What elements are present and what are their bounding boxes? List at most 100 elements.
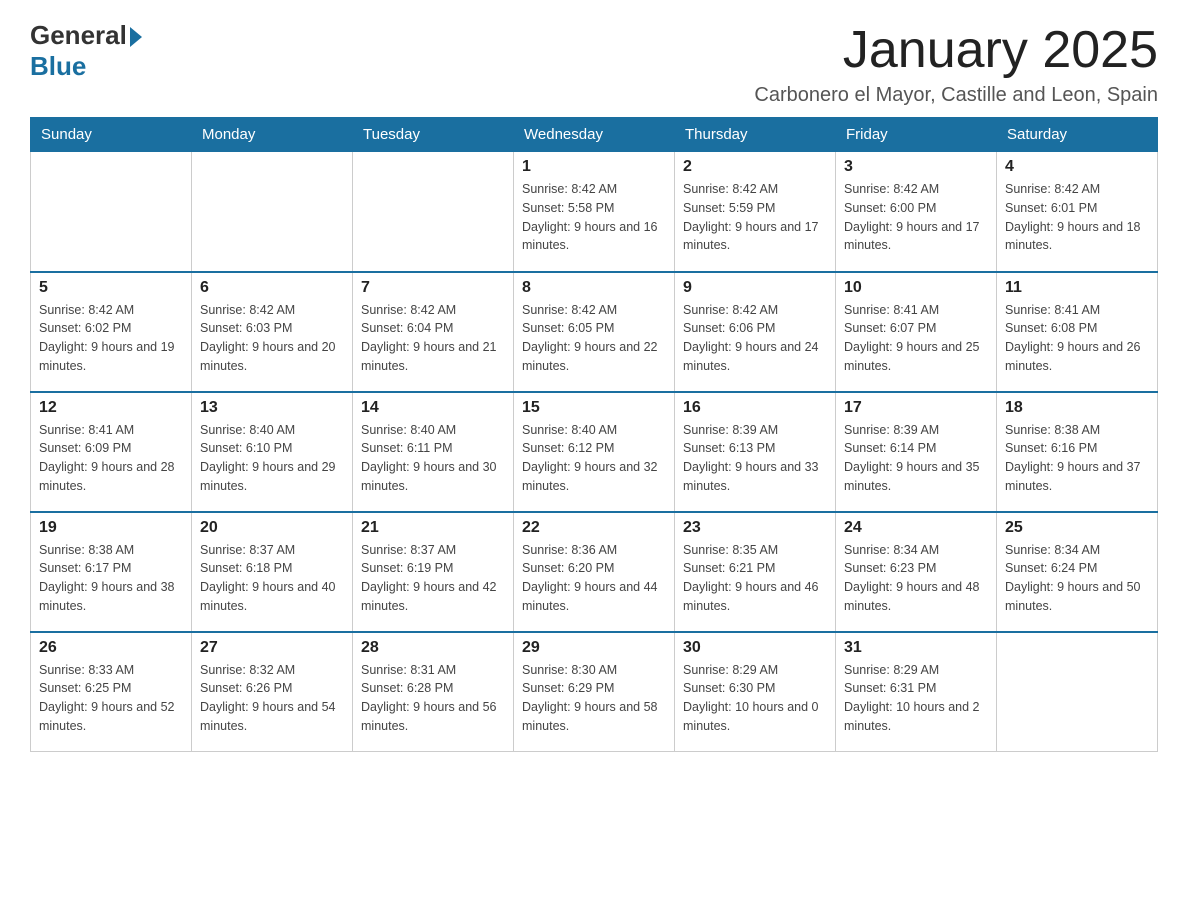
calendar-cell: 16 Sunrise: 8:39 AMSunset: 6:13 PMDayligh… bbox=[675, 392, 836, 512]
day-info: Sunrise: 8:42 AMSunset: 5:59 PMDaylight:… bbox=[683, 180, 827, 255]
day-number: 17 bbox=[844, 399, 988, 417]
calendar-table: SundayMondayTuesdayWednesdayThursdayFrid… bbox=[30, 117, 1158, 752]
day-info: Sunrise: 8:42 AMSunset: 5:58 PMDaylight:… bbox=[522, 180, 666, 255]
calendar-cell: 11Sunrise: 8:41 AMSunset: 6:08 PMDayligh… bbox=[997, 272, 1158, 392]
day-info: Sunrise: 8:31 AMSunset: 6:28 PMDaylight:… bbox=[361, 661, 505, 736]
calendar-cell: 15 Sunrise: 8:40 AMSunset: 6:12 PMDayligh… bbox=[514, 392, 675, 512]
calendar-header-thursday: Thursday bbox=[675, 118, 836, 152]
day-info: Sunrise: 8:37 AMSunset: 6:18 PMDaylight:… bbox=[200, 541, 344, 616]
day-info: Sunrise: 8:41 AMSunset: 6:08 PMDaylight:… bbox=[1005, 301, 1149, 376]
calendar-header-wednesday: Wednesday bbox=[514, 118, 675, 152]
day-number: 8 bbox=[522, 279, 666, 297]
day-number: 24 bbox=[844, 519, 988, 537]
day-info: Sunrise: 8:40 AMSunset: 6:11 PMDaylight:… bbox=[361, 421, 505, 496]
day-info: Sunrise: 8:42 AMSunset: 6:02 PMDaylight:… bbox=[39, 301, 183, 376]
calendar-cell: 2 Sunrise: 8:42 AMSunset: 5:59 PMDaylight… bbox=[675, 152, 836, 272]
day-info: Sunrise: 8:42 AMSunset: 6:03 PMDaylight:… bbox=[200, 301, 344, 376]
day-number: 25 bbox=[1005, 519, 1149, 537]
day-number: 23 bbox=[683, 519, 827, 537]
day-info: Sunrise: 8:42 AMSunset: 6:04 PMDaylight:… bbox=[361, 301, 505, 376]
day-info: Sunrise: 8:29 AMSunset: 6:31 PMDaylight:… bbox=[844, 661, 988, 736]
day-number: 9 bbox=[683, 279, 827, 297]
month-title: January 2025 bbox=[754, 20, 1158, 80]
calendar-cell: 27Sunrise: 8:32 AMSunset: 6:26 PMDayligh… bbox=[192, 632, 353, 752]
day-number: 18 bbox=[1005, 399, 1149, 417]
calendar-week-row: 19Sunrise: 8:38 AMSunset: 6:17 PMDayligh… bbox=[31, 512, 1158, 632]
day-number: 10 bbox=[844, 279, 988, 297]
day-info: Sunrise: 8:41 AMSunset: 6:07 PMDaylight:… bbox=[844, 301, 988, 376]
calendar-cell: 8 Sunrise: 8:42 AMSunset: 6:05 PMDaylight… bbox=[514, 272, 675, 392]
day-info: Sunrise: 8:38 AMSunset: 6:16 PMDaylight:… bbox=[1005, 421, 1149, 496]
title-section: January 2025 Carbonero el Mayor, Castill… bbox=[754, 20, 1158, 107]
calendar-cell bbox=[997, 632, 1158, 752]
day-number: 27 bbox=[200, 639, 344, 657]
day-info: Sunrise: 8:39 AMSunset: 6:14 PMDaylight:… bbox=[844, 421, 988, 496]
calendar-week-row: 5 Sunrise: 8:42 AMSunset: 6:02 PMDaylight… bbox=[31, 272, 1158, 392]
day-info: Sunrise: 8:34 AMSunset: 6:24 PMDaylight:… bbox=[1005, 541, 1149, 616]
day-info: Sunrise: 8:29 AMSunset: 6:30 PMDaylight:… bbox=[683, 661, 827, 736]
calendar-week-row: 12 Sunrise: 8:41 AMSunset: 6:09 PMDayligh… bbox=[31, 392, 1158, 512]
day-number: 19 bbox=[39, 519, 183, 537]
calendar-header-monday: Monday bbox=[192, 118, 353, 152]
calendar-cell: 10 Sunrise: 8:41 AMSunset: 6:07 PMDayligh… bbox=[836, 272, 997, 392]
day-info: Sunrise: 8:41 AMSunset: 6:09 PMDaylight:… bbox=[39, 421, 183, 496]
calendar-cell: 9 Sunrise: 8:42 AMSunset: 6:06 PMDaylight… bbox=[675, 272, 836, 392]
day-number: 6 bbox=[200, 279, 344, 297]
calendar-header-tuesday: Tuesday bbox=[353, 118, 514, 152]
day-number: 20 bbox=[200, 519, 344, 537]
calendar-week-row: 26Sunrise: 8:33 AMSunset: 6:25 PMDayligh… bbox=[31, 632, 1158, 752]
calendar-cell: 24 Sunrise: 8:34 AMSunset: 6:23 PMDayligh… bbox=[836, 512, 997, 632]
day-number: 28 bbox=[361, 639, 505, 657]
day-info: Sunrise: 8:40 AMSunset: 6:10 PMDaylight:… bbox=[200, 421, 344, 496]
calendar-cell: 30Sunrise: 8:29 AMSunset: 6:30 PMDayligh… bbox=[675, 632, 836, 752]
logo: General Blue bbox=[30, 20, 142, 82]
day-info: Sunrise: 8:35 AMSunset: 6:21 PMDaylight:… bbox=[683, 541, 827, 616]
day-number: 16 bbox=[683, 399, 827, 417]
day-info: Sunrise: 8:37 AMSunset: 6:19 PMDaylight:… bbox=[361, 541, 505, 616]
day-info: Sunrise: 8:42 AMSunset: 6:05 PMDaylight:… bbox=[522, 301, 666, 376]
calendar-cell: 3Sunrise: 8:42 AMSunset: 6:00 PMDaylight… bbox=[836, 152, 997, 272]
calendar-header-sunday: Sunday bbox=[31, 118, 192, 152]
day-info: Sunrise: 8:34 AMSunset: 6:23 PMDaylight:… bbox=[844, 541, 988, 616]
day-info: Sunrise: 8:42 AMSunset: 6:01 PMDaylight:… bbox=[1005, 180, 1149, 255]
calendar-cell: 6 Sunrise: 8:42 AMSunset: 6:03 PMDaylight… bbox=[192, 272, 353, 392]
calendar-cell: 20 Sunrise: 8:37 AMSunset: 6:18 PMDayligh… bbox=[192, 512, 353, 632]
day-number: 5 bbox=[39, 279, 183, 297]
day-info: Sunrise: 8:42 AMSunset: 6:06 PMDaylight:… bbox=[683, 301, 827, 376]
calendar-cell bbox=[353, 152, 514, 272]
day-number: 22 bbox=[522, 519, 666, 537]
logo-arrow-icon bbox=[130, 27, 142, 47]
day-number: 3 bbox=[844, 158, 988, 176]
calendar-header-saturday: Saturday bbox=[997, 118, 1158, 152]
day-info: Sunrise: 8:30 AMSunset: 6:29 PMDaylight:… bbox=[522, 661, 666, 736]
day-number: 7 bbox=[361, 279, 505, 297]
location-subtitle: Carbonero el Mayor, Castille and Leon, S… bbox=[754, 84, 1158, 107]
calendar-cell bbox=[192, 152, 353, 272]
day-number: 14 bbox=[361, 399, 505, 417]
day-number: 31 bbox=[844, 639, 988, 657]
day-number: 29 bbox=[522, 639, 666, 657]
day-number: 15 bbox=[522, 399, 666, 417]
calendar-cell: 12 Sunrise: 8:41 AMSunset: 6:09 PMDayligh… bbox=[31, 392, 192, 512]
day-number: 12 bbox=[39, 399, 183, 417]
calendar-header-friday: Friday bbox=[836, 118, 997, 152]
calendar-cell: 14 Sunrise: 8:40 AMSunset: 6:11 PMDayligh… bbox=[353, 392, 514, 512]
calendar-cell: 13Sunrise: 8:40 AMSunset: 6:10 PMDayligh… bbox=[192, 392, 353, 512]
day-number: 21 bbox=[361, 519, 505, 537]
logo-general-text: General bbox=[30, 20, 127, 51]
calendar-cell: 19Sunrise: 8:38 AMSunset: 6:17 PMDayligh… bbox=[31, 512, 192, 632]
calendar-cell: 5 Sunrise: 8:42 AMSunset: 6:02 PMDaylight… bbox=[31, 272, 192, 392]
calendar-cell: 31 Sunrise: 8:29 AMSunset: 6:31 PMDayligh… bbox=[836, 632, 997, 752]
day-info: Sunrise: 8:39 AMSunset: 6:13 PMDaylight:… bbox=[683, 421, 827, 496]
calendar-header-row: SundayMondayTuesdayWednesdayThursdayFrid… bbox=[31, 118, 1158, 152]
calendar-cell: 4 Sunrise: 8:42 AMSunset: 6:01 PMDaylight… bbox=[997, 152, 1158, 272]
day-number: 2 bbox=[683, 158, 827, 176]
day-info: Sunrise: 8:40 AMSunset: 6:12 PMDaylight:… bbox=[522, 421, 666, 496]
calendar-cell: 28 Sunrise: 8:31 AMSunset: 6:28 PMDayligh… bbox=[353, 632, 514, 752]
calendar-cell: 17 Sunrise: 8:39 AMSunset: 6:14 PMDayligh… bbox=[836, 392, 997, 512]
calendar-cell: 7 Sunrise: 8:42 AMSunset: 6:04 PMDaylight… bbox=[353, 272, 514, 392]
calendar-cell: 29 Sunrise: 8:30 AMSunset: 6:29 PMDayligh… bbox=[514, 632, 675, 752]
day-number: 4 bbox=[1005, 158, 1149, 176]
calendar-cell: 21 Sunrise: 8:37 AMSunset: 6:19 PMDayligh… bbox=[353, 512, 514, 632]
calendar-cell: 18 Sunrise: 8:38 AMSunset: 6:16 PMDayligh… bbox=[997, 392, 1158, 512]
